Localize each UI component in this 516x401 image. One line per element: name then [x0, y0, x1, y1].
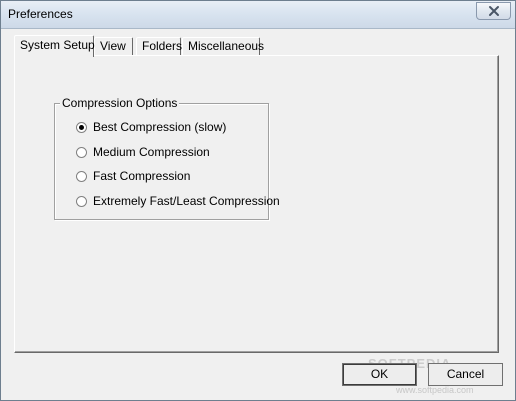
tab-label: System Setup: [20, 38, 95, 52]
compression-options-title: Compression Options: [60, 96, 180, 110]
tab-label: Miscellaneous: [188, 39, 265, 53]
radio-extremely-fast-compression[interactable]: Extremely Fast/Least Compression: [76, 193, 280, 209]
watermark-url: www.softpedia.com: [396, 385, 474, 395]
tab-miscellaneous[interactable]: Miscellaneous: [182, 37, 264, 56]
close-icon: [489, 6, 499, 16]
cancel-button[interactable]: Cancel: [428, 363, 503, 386]
radio-best-compression[interactable]: Best Compression (slow): [76, 119, 226, 135]
radio-label: Fast Compression: [93, 169, 191, 183]
radio-button[interactable]: [76, 121, 87, 133]
radio-label: Best Compression (slow): [93, 120, 227, 134]
ok-button[interactable]: OK: [342, 363, 417, 386]
radio-button[interactable]: [76, 195, 87, 207]
radio-button[interactable]: [76, 146, 87, 158]
radio-label: Medium Compression: [93, 145, 210, 159]
tab-folders[interactable]: Folders: [136, 37, 183, 56]
tab-label: Folders: [142, 39, 183, 53]
radio-label: Extremely Fast/Least Compression: [93, 194, 280, 208]
tab-system-setup[interactable]: System Setup: [14, 35, 95, 57]
radio-fast-compression[interactable]: Fast Compression: [76, 168, 190, 184]
radio-medium-compression[interactable]: Medium Compression: [76, 144, 210, 160]
title-bar[interactable]: Preferences: [1, 1, 515, 29]
close-button[interactable]: [476, 2, 511, 20]
tab-label: View: [100, 39, 126, 53]
window-title: Preferences: [8, 7, 73, 21]
radio-button[interactable]: [76, 170, 87, 182]
tab-view[interactable]: View: [94, 37, 133, 56]
